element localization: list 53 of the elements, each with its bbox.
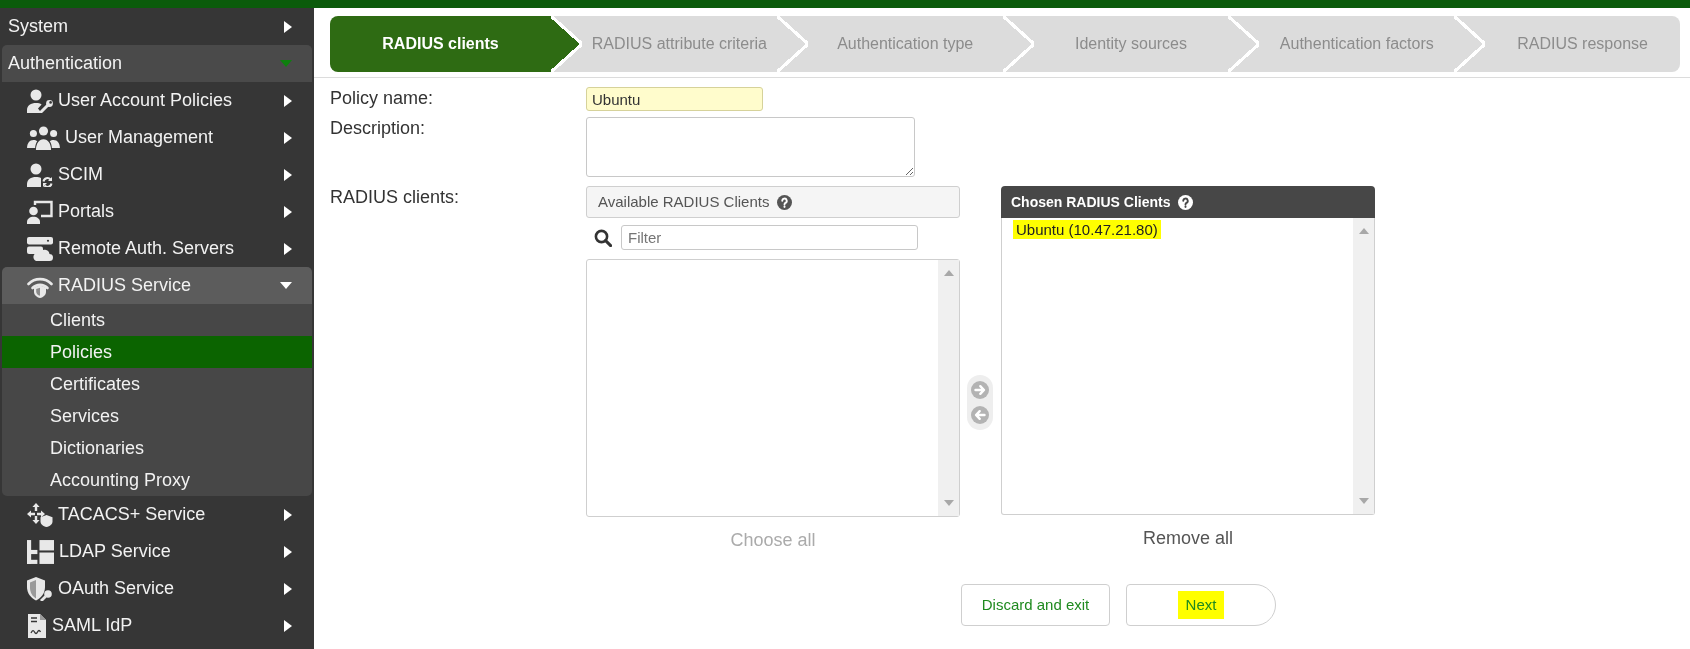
sidebar-item[interactable]: Clients [2, 304, 312, 336]
action-link[interactable]: Remove all [1142, 527, 1233, 549]
user-screen-icon [27, 199, 53, 224]
scroll-up-icon[interactable] [943, 270, 954, 276]
sidebar-item[interactable]: SCIM [2, 156, 312, 193]
sidebar-item[interactable]: TACACS+ Service [2, 496, 312, 533]
move-arrows-shield-icon [27, 502, 53, 527]
tree-structure-icon [27, 539, 54, 564]
scrollbar[interactable] [1353, 218, 1374, 514]
scroll-down-icon[interactable] [1358, 498, 1369, 504]
list-box[interactable] [586, 259, 960, 517]
help-icon[interactable] [777, 194, 793, 210]
scrollbar[interactable] [938, 260, 959, 516]
sidebar-item[interactable]: OAuth Service [2, 570, 312, 607]
sidebar-item[interactable]: User Account Policies [2, 82, 312, 119]
list-item[interactable]: Ubuntu (10.47.21.80) [1013, 220, 1161, 239]
shield-key-icon [27, 576, 53, 601]
policy-name-field[interactable]: Ubuntu [586, 87, 763, 111]
help-icon[interactable] [1178, 194, 1194, 210]
scroll-down-icon[interactable] [943, 500, 954, 506]
scroll-up-icon[interactable] [1358, 228, 1369, 234]
sidebar-item[interactable]: Dictionaries [2, 432, 312, 464]
sidebar-item[interactable]: LDAP Service [2, 533, 312, 570]
user-wrench-icon [27, 88, 53, 113]
wizard-step[interactable]: RADIUS clients [330, 16, 582, 72]
field-label: Policy name: [330, 87, 435, 109]
user-sync-icon [27, 162, 53, 187]
list-box[interactable]: Ubuntu (10.47.21.80) [1001, 218, 1375, 515]
field-label: RADIUS clients: [330, 186, 461, 208]
filter-field[interactable]: Filter [621, 225, 918, 250]
sidebar-item[interactable]: SAML IdP [2, 607, 312, 644]
sidebar-item[interactable]: Remote Auth. Servers [2, 230, 312, 267]
arrow-right-circle-icon[interactable] [971, 381, 989, 399]
sidebar-item[interactable]: User Management [2, 119, 312, 156]
arrow-left-circle-icon[interactable] [971, 406, 989, 424]
discard-button[interactable]: Discard and exit [961, 584, 1110, 626]
sidebar-item[interactable]: Services [2, 400, 312, 432]
field-label: Description: [330, 117, 427, 139]
search-icon [594, 228, 612, 247]
sidebar-item[interactable]: Policies [2, 336, 312, 368]
document-icon [27, 613, 47, 638]
sidebar-item[interactable]: Portals [2, 193, 312, 230]
next-button[interactable]: Next [1126, 584, 1276, 626]
sidebar-item[interactable]: System [2, 8, 312, 45]
panel-title: Chosen RADIUS Clients [1011, 192, 1171, 212]
description-field[interactable] [586, 117, 915, 177]
panel-title: Available RADIUS Clients [598, 191, 770, 212]
sidebar-item[interactable]: Certificates [2, 368, 312, 400]
sidebar-item[interactable]: Accounting Proxy [2, 464, 312, 496]
users-icon [27, 125, 60, 150]
sidebar-item[interactable]: Authentication [2, 45, 312, 82]
sidebar-item[interactable]: RADIUS Service [2, 267, 312, 304]
server-cloud-icon [27, 236, 53, 261]
